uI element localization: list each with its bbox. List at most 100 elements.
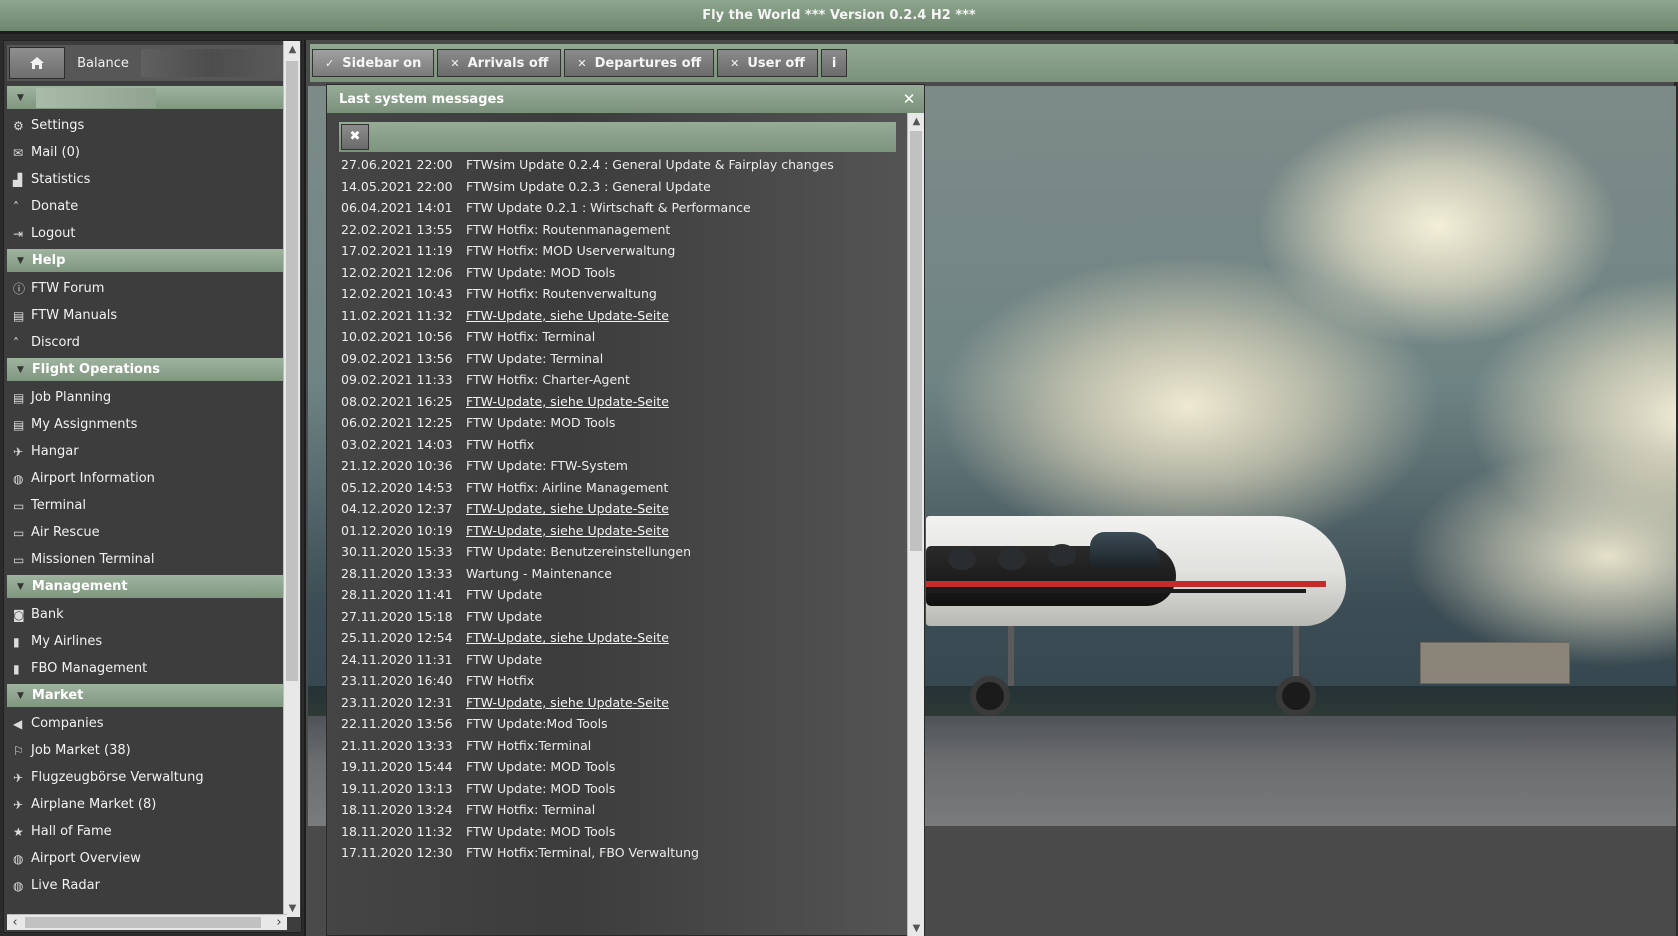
sidebar-item-flugzeugb-rse-verwaltung[interactable]: ✈ Flugzeugbörse Verwaltung [7, 764, 287, 791]
sidebar-item-ftw-forum[interactable]: ⓘ FTW Forum [7, 275, 287, 302]
airplane-window [1048, 544, 1076, 566]
sidebar-item-fbo-management[interactable]: ▮ FBO Management [7, 655, 287, 682]
message-link[interactable]: FTW-Update, siehe Update-Seite [466, 695, 669, 710]
sidebar-item-hangar[interactable]: ✈ Hangar [7, 438, 287, 465]
sidebar-item-label: FTW Manuals [31, 308, 118, 323]
message-row[interactable]: 25.11.2020 12:54 FTW-Update, siehe Update… [341, 627, 901, 649]
hangar-building [1420, 642, 1570, 684]
message-text: Wartung - Maintenance [466, 565, 612, 581]
sidebar-item-statistics[interactable]: ▟ Statistics [7, 166, 287, 193]
sidebar-item-ftw-manuals[interactable]: ▤ FTW Manuals [7, 302, 287, 329]
sidebar-section-3[interactable]: ▼ Management [7, 575, 287, 598]
sidebar-item-hall-of-fame[interactable]: ★ Hall of Fame [7, 818, 287, 845]
sidebar-item-mail-0[interactable]: ✉ Mail (0) [7, 139, 287, 166]
globe-icon: ◍ [13, 878, 24, 893]
gear-strut [1008, 626, 1014, 686]
message-row[interactable]: 04.12.2020 12:37 FTW-Update, siehe Update… [341, 498, 901, 520]
globe-icon: ◍ [13, 851, 24, 866]
message-link[interactable]: FTW-Update, siehe Update-Seite [466, 308, 669, 323]
scroll-up-icon[interactable]: ▲ [908, 113, 925, 130]
sidebar-section-0[interactable]: ▼ [7, 86, 287, 109]
messages-scroll-thumb[interactable] [910, 131, 922, 551]
star-icon: ★ [13, 824, 24, 839]
caret-down-icon: ▼ [17, 255, 24, 266]
sidebar-item-airport-information[interactable]: ◍ Airport Information [7, 465, 287, 492]
info-button[interactable]: i [820, 49, 848, 77]
message-date: 06.04.2021 14:01 [341, 200, 453, 216]
scroll-right-icon[interactable]: › [271, 915, 287, 931]
sidebar-item-live-radar[interactable]: ◍ Live Radar [7, 872, 287, 899]
flag-icon: ⚐ [13, 743, 24, 758]
sidebar-item-label: Mail (0) [31, 145, 80, 160]
sidebar-item-job-planning[interactable]: ▤ Job Planning [7, 384, 287, 411]
sidebar-item-settings[interactable]: ⚙ Settings [7, 112, 287, 139]
sidebar-item-my-airlines[interactable]: ▮ My Airlines [7, 628, 287, 655]
message-row: 03.02.2021 14:03 FTW Hotfix [341, 434, 901, 456]
sidebar-section-2[interactable]: ▼ Flight Operations [7, 358, 287, 381]
message-date: 05.12.2020 14:53 [341, 479, 453, 495]
sidebar-item-air-rescue[interactable]: ▭ Air Rescue [7, 519, 287, 546]
sidebar-item-logout[interactable]: ⇥ Logout [7, 220, 287, 247]
toggle-sidebar-on-button[interactable]: ✓ Sidebar on [312, 49, 435, 77]
message-link[interactable]: FTW-Update, siehe Update-Seite [466, 501, 669, 516]
sidebar-username-field [35, 87, 156, 108]
sidebar-item-terminal[interactable]: ▭ Terminal [7, 492, 287, 519]
plane-icon: ✈ [13, 770, 24, 785]
sidebar-item-companies[interactable]: ◀ Companies [7, 710, 287, 737]
airplane-stripe-dark [926, 589, 1306, 593]
sidebar-item-label: Companies [31, 716, 104, 731]
message-link[interactable]: FTW-Update, siehe Update-Seite [466, 394, 669, 409]
sidebar-item-bank[interactable]: ◙ Bank [7, 601, 287, 628]
sidebar-section-title: Help [31, 253, 66, 268]
message-row[interactable]: 01.12.2020 10:19 FTW-Update, siehe Update… [341, 520, 901, 542]
message-date: 10.02.2021 10:56 [341, 329, 453, 345]
sidebar-horizontal-scrollbar[interactable]: ‹ › [7, 914, 287, 930]
message-link[interactable]: FTW-Update, siehe Update-Seite [466, 630, 669, 645]
sidebar-item-label: Hangar [31, 444, 79, 459]
mail-icon: ✉ [13, 145, 24, 160]
sidebar-item-airport-overview[interactable]: ◍ Airport Overview [7, 845, 287, 872]
sidebar-item-job-market-38[interactable]: ⚐ Job Market (38) [7, 737, 287, 764]
message-date: 28.11.2020 11:41 [341, 587, 453, 603]
message-row[interactable]: 23.11.2020 12:31 FTW-Update, siehe Update… [341, 692, 901, 714]
home-button[interactable] [9, 47, 65, 79]
scroll-down-icon[interactable]: ▼ [908, 920, 925, 936]
landing-gear-wheel [970, 676, 1010, 716]
system-messages-panel: Last system messages ✕ ✖ 27.06.2021 22:0… [326, 84, 925, 936]
sidebar-section-4[interactable]: ▼ Market [7, 684, 287, 707]
sidebar-item-missionen-terminal[interactable]: ▭ Missionen Terminal [7, 546, 287, 573]
list-icon: ▤ [13, 417, 25, 432]
scroll-up-icon[interactable]: ▲ [284, 41, 301, 58]
message-text: FTW Hotfix: Routenmanagement [466, 221, 671, 237]
toolbar-button-label: Departures off [594, 55, 702, 71]
message-row[interactable]: 08.02.2021 16:25 FTW-Update, siehe Update… [341, 391, 901, 413]
sidebar-hscroll-thumb[interactable] [25, 917, 261, 928]
messages-scrollbar[interactable]: ▲ ▼ [907, 113, 924, 936]
sidebar-item-donate[interactable]: ˄ Donate [7, 193, 287, 220]
message-row: 05.12.2020 14:53 FTW Hotfix: Airline Mana… [341, 477, 901, 499]
toggle-departures-off-button[interactable]: ✕ Departures off [564, 49, 715, 77]
sidebar-scroll-thumb[interactable] [286, 61, 298, 681]
sidebar-section-1[interactable]: ▼ Help [7, 249, 287, 272]
toggle-user-off-button[interactable]: ✕ User off [717, 49, 818, 77]
message-link[interactable]: FTW-Update, siehe Update-Seite [466, 523, 669, 538]
message-row[interactable]: 11.02.2021 11:32 FTW-Update, siehe Update… [341, 305, 901, 327]
clear-messages-button[interactable]: ✖ [341, 124, 369, 150]
sidebar-vertical-scrollbar[interactable]: ▲ ▼ [283, 41, 300, 917]
sidebar-menu: ▼ ⚙ Settings ✉ Mail (0) ▟ Statistics ˄ Donate ⇥ Lo… [7, 84, 287, 899]
message-text: FTW Hotfix: Terminal [466, 802, 596, 818]
scroll-left-icon[interactable]: ‹ [7, 915, 23, 931]
toggle-arrivals-off-button[interactable]: ✕ Arrivals off [437, 49, 562, 77]
message-row: 06.04.2021 14:01 FTW Update 0.2.1 : Wirts… [341, 197, 901, 219]
sidebar-item-discord[interactable]: ˄ Discord [7, 329, 287, 356]
sidebar-item-my-assignments[interactable]: ▤ My Assignments [7, 411, 287, 438]
message-text: FTW Hotfix: Routenverwaltung [466, 286, 657, 302]
message-row: 09.02.2021 11:33 FTW Hotfix: Charter-Agen… [341, 369, 901, 391]
sidebar-item-airplane-market-8[interactable]: ✈ Airplane Market (8) [7, 791, 287, 818]
close-icon[interactable]: ✕ [902, 90, 916, 108]
globe-icon: ◍ [13, 471, 24, 486]
message-row: 17.02.2021 11:19 FTW Hotfix: MOD Userverw… [341, 240, 901, 262]
message-text: FTW Update 0.2.1 : Wirtschaft & Performa… [466, 200, 751, 216]
laptop-icon: ▭ [13, 525, 25, 540]
sidebar-item-label: Job Planning [31, 390, 112, 405]
